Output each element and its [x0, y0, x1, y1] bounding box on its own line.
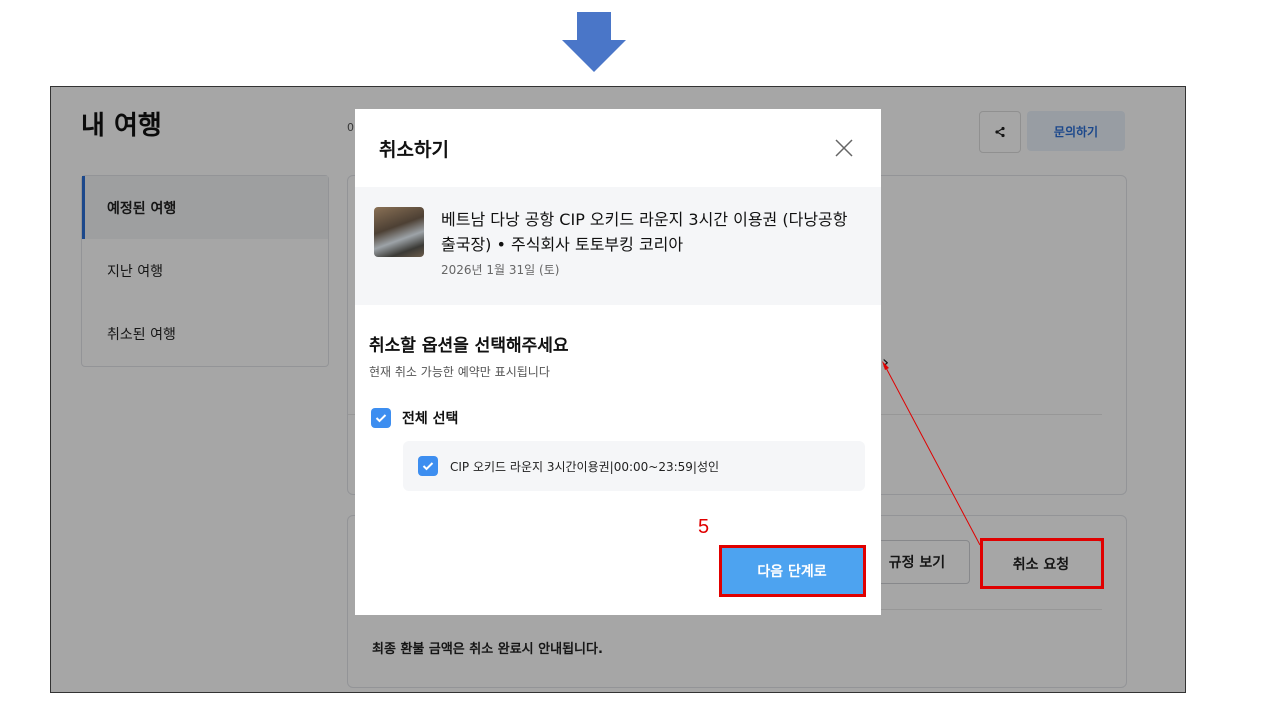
options-title: 취소할 옵션을 선택해주세요 [369, 336, 569, 356]
down-arrow-icon [562, 12, 626, 72]
screenshot-frame: 내 여행 0 문의하기 예정된 여행 지난 여행 취소된 여행 › 규정 보기 … [50, 86, 1186, 693]
close-button[interactable] [831, 135, 857, 161]
select-all-checkbox[interactable] [371, 408, 391, 428]
product-name: 베트남 다낭 공항 CIP 오키드 라운지 3시간 이용권 (다낭공항 출국장)… [441, 210, 848, 254]
select-all-label: 전체 선택 [402, 411, 459, 427]
option-checkbox[interactable] [418, 456, 438, 476]
product-summary: 베트남 다낭 공항 CIP 오키드 라운지 3시간 이용권 (다낭공항 출국장)… [355, 187, 881, 305]
option-item[interactable]: CIP 오키드 라운지 3시간이용권|00:00~23:59|성인 [403, 441, 865, 491]
next-step-button[interactable]: 다음 단계로 [719, 547, 865, 595]
modal-title: 취소하기 [379, 139, 449, 161]
product-date: 2026년 1월 31일 (토) [441, 263, 560, 277]
step-number: 5 [698, 516, 710, 538]
checkmark-icon [422, 462, 434, 471]
options-subtitle: 현재 취소 가능한 예약만 표시됩니다 [369, 365, 550, 379]
close-icon [835, 139, 853, 157]
option-label: CIP 오키드 라운지 3시간이용권|00:00~23:59|성인 [450, 459, 720, 474]
product-thumbnail [374, 207, 424, 257]
select-all-row[interactable]: 전체 선택 [371, 408, 458, 428]
cancel-modal: 취소하기 베트남 다낭 공항 CIP 오키드 라운지 3시간 이용권 (다낭공항… [355, 109, 881, 615]
checkmark-icon [375, 414, 387, 423]
